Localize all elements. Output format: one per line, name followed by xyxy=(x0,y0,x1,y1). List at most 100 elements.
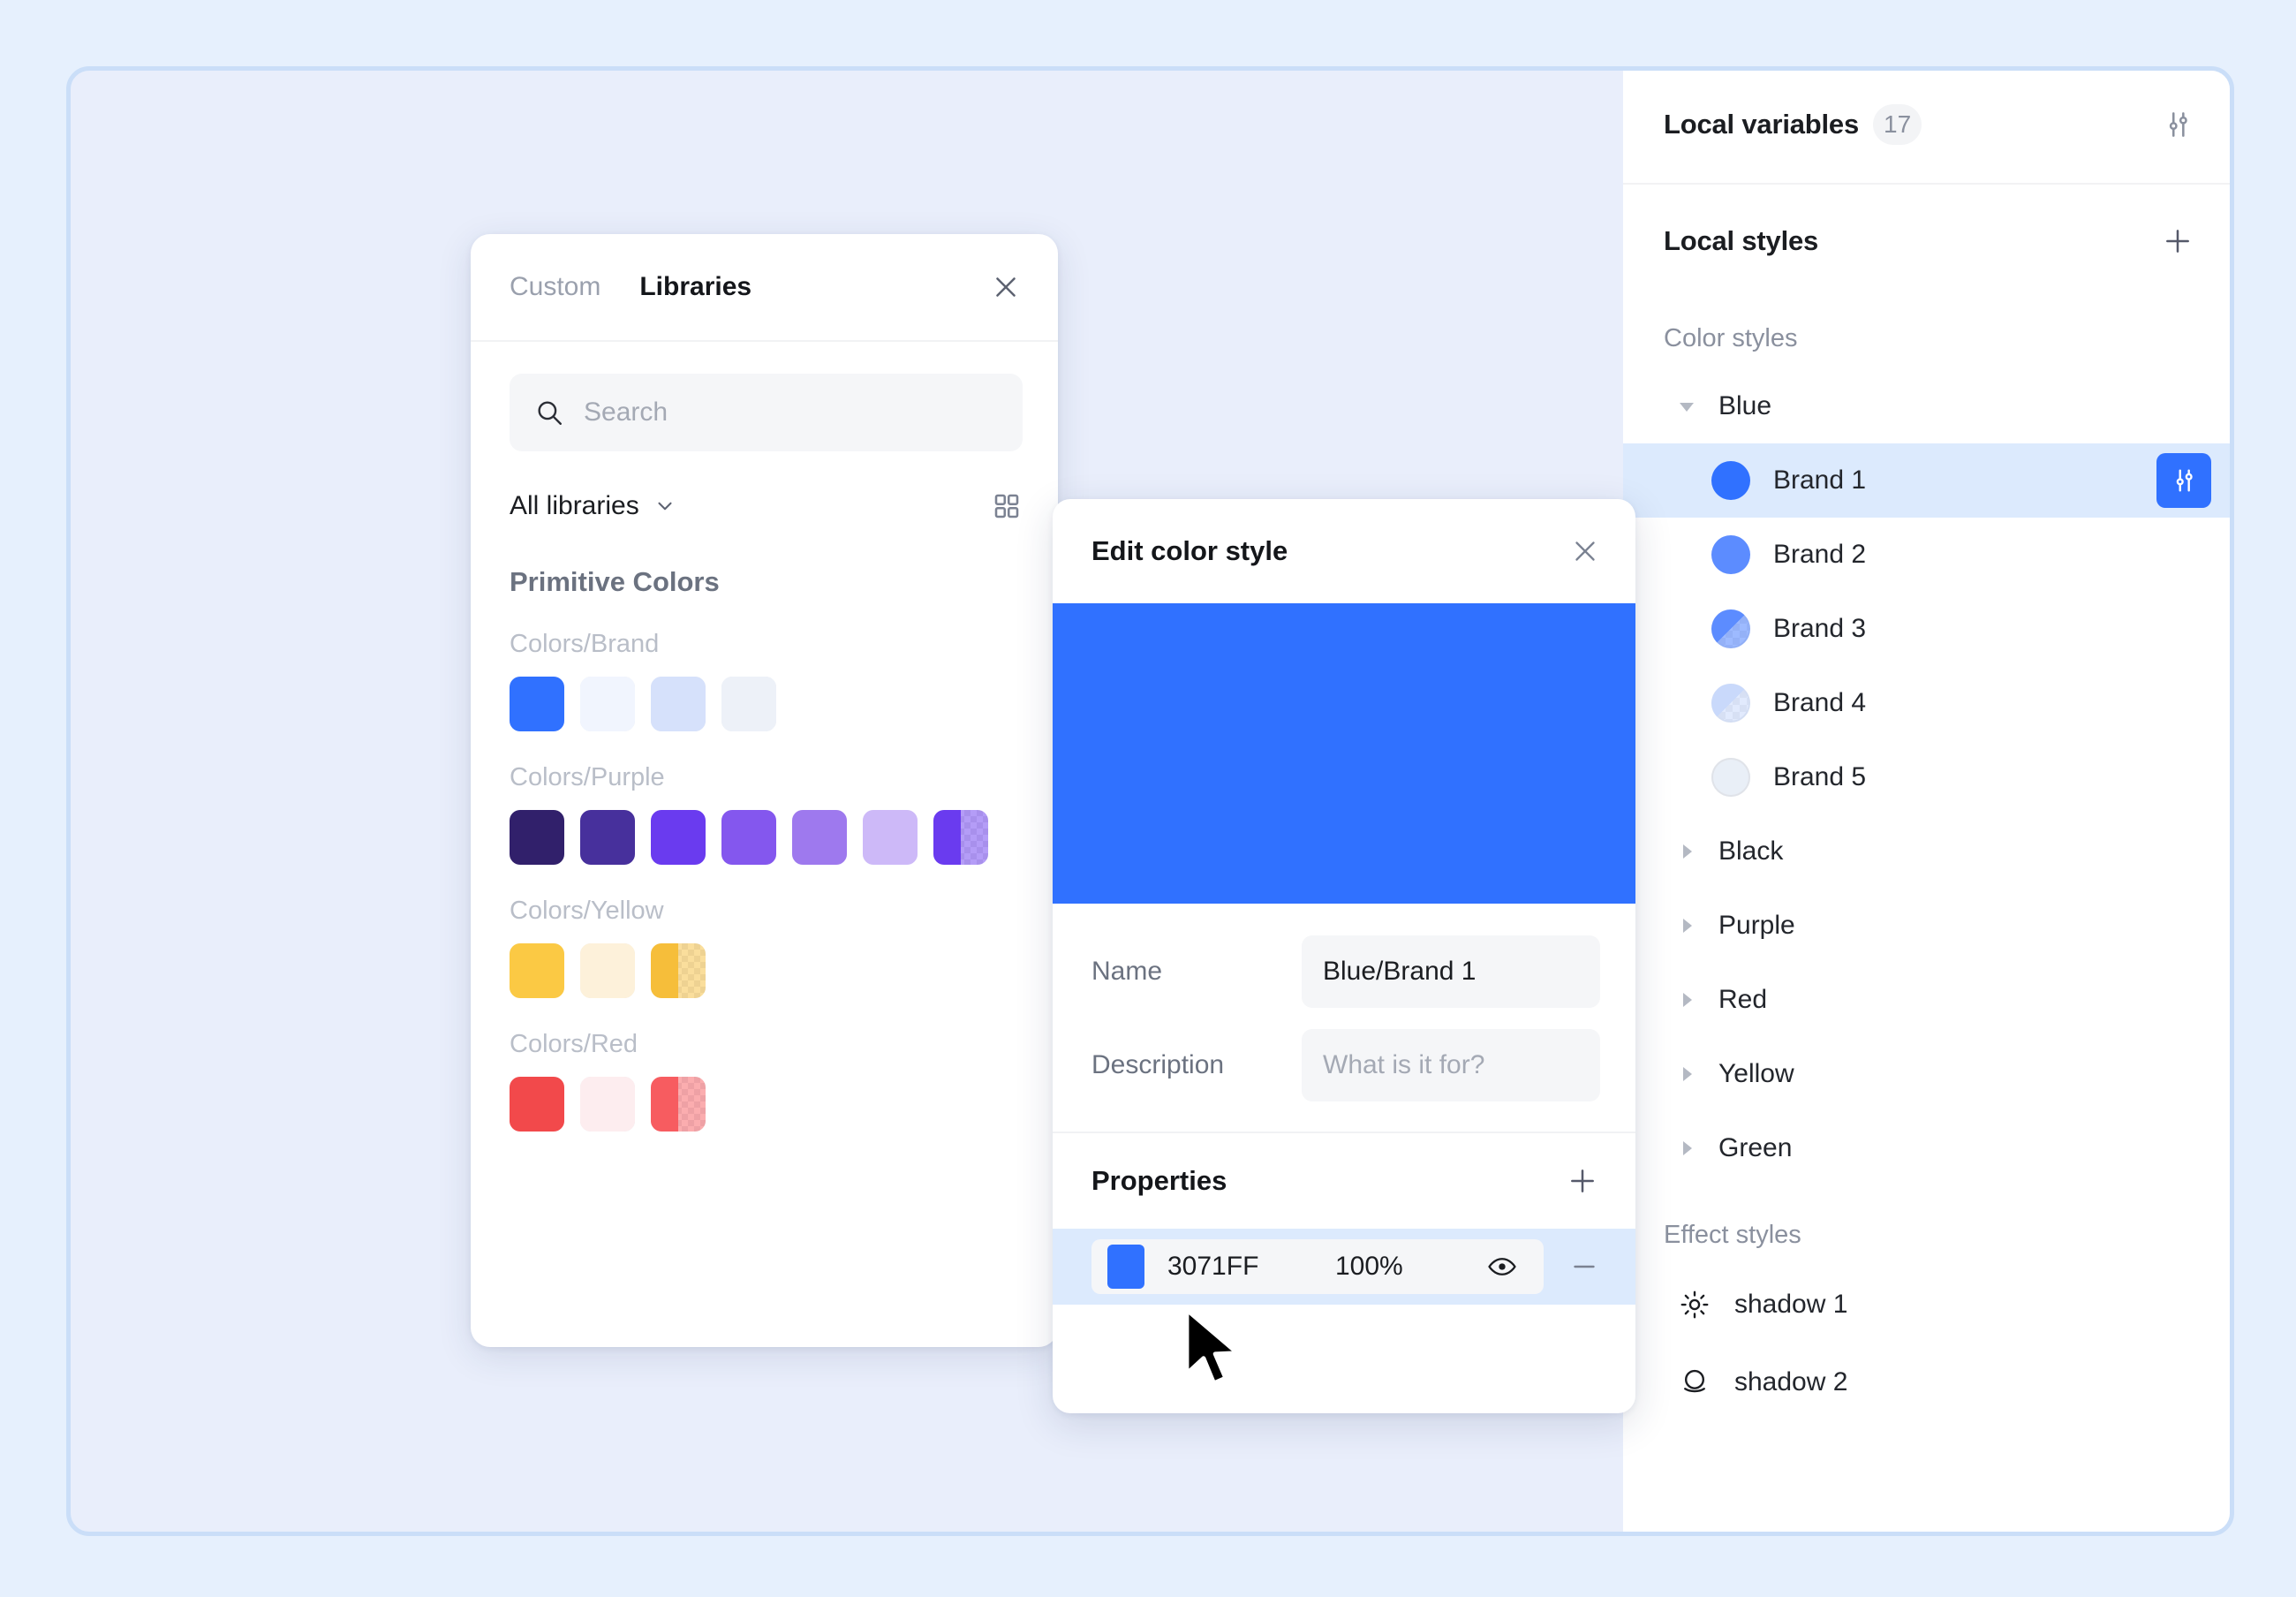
library-color-swatch[interactable] xyxy=(651,943,706,998)
color-group-black[interactable]: Black xyxy=(1623,814,2234,889)
plus-icon[interactable] xyxy=(1565,1163,1600,1199)
minus-icon[interactable] xyxy=(1568,1251,1600,1283)
property-row-inner: 3071FF 100% xyxy=(1091,1239,1544,1294)
eye-icon[interactable] xyxy=(1487,1252,1517,1282)
description-label: Description xyxy=(1091,1050,1302,1080)
name-field-row: Name xyxy=(1091,935,1600,1008)
color-group-blue[interactable]: Blue xyxy=(1623,369,2234,443)
local-variables-title: Local variables xyxy=(1664,109,1859,140)
effect-style-row[interactable]: shadow 2 xyxy=(1623,1343,2234,1421)
library-color-swatch[interactable] xyxy=(510,943,564,998)
chevron-right-icon[interactable] xyxy=(1674,1139,1699,1157)
color-group-label: Red xyxy=(1718,985,1767,1015)
property-color-chip[interactable] xyxy=(1107,1245,1144,1289)
color-style-row[interactable]: Brand 1 xyxy=(1623,443,2234,518)
property-hex-value[interactable]: 3071FF xyxy=(1167,1252,1335,1282)
name-input-wrap[interactable] xyxy=(1302,935,1600,1008)
color-group-label: Black xyxy=(1718,836,1783,867)
drop-shadow-icon xyxy=(1674,1366,1715,1399)
color-style-row[interactable]: Brand 5 xyxy=(1623,740,2234,814)
library-color-swatch[interactable] xyxy=(510,810,564,865)
library-group-label: Colors/Yellow xyxy=(510,897,1019,926)
library-color-swatch[interactable] xyxy=(792,810,847,865)
description-input-wrap[interactable] xyxy=(1302,1029,1600,1101)
local-variables-header: Local variables 17 xyxy=(1623,66,2234,185)
property-row[interactable]: 3071FF 100% xyxy=(1053,1229,1635,1305)
description-field-row: Description xyxy=(1091,1029,1600,1101)
library-color-swatch[interactable] xyxy=(933,810,988,865)
tab-libraries[interactable]: Libraries xyxy=(639,272,751,302)
library-color-swatch[interactable] xyxy=(721,810,776,865)
color-group-green[interactable]: Green xyxy=(1623,1111,2234,1185)
library-color-swatch[interactable] xyxy=(651,1077,706,1132)
color-style-row[interactable]: Brand 2 xyxy=(1623,518,2234,592)
library-color-groups: Colors/Brand Colors/Purple Colors/Yellow Co… xyxy=(471,630,1058,1132)
library-color-swatch[interactable] xyxy=(580,1077,635,1132)
color-style-row[interactable]: Brand 3 xyxy=(1623,592,2234,666)
description-input[interactable] xyxy=(1323,1050,1579,1080)
search-input[interactable] xyxy=(584,397,998,428)
name-label: Name xyxy=(1091,957,1302,987)
primitive-colors-title: Primitive Colors xyxy=(510,566,1019,598)
library-color-swatch[interactable] xyxy=(863,810,918,865)
color-style-label: Brand 5 xyxy=(1773,762,1866,792)
sun-icon xyxy=(1674,1288,1715,1321)
effect-style-row[interactable]: shadow 1 xyxy=(1623,1266,2234,1343)
color-swatch-dot xyxy=(1711,758,1750,797)
library-color-swatch[interactable] xyxy=(510,1077,564,1132)
libraries-popover: Custom Libraries All libraries xyxy=(471,234,1058,1347)
property-opacity-value[interactable]: 100% xyxy=(1335,1252,1468,1282)
library-color-swatch[interactable] xyxy=(580,943,635,998)
color-style-label: Brand 1 xyxy=(1773,465,1866,496)
library-group-label: Colors/Brand xyxy=(510,630,1019,659)
name-input[interactable] xyxy=(1323,957,1579,987)
edit-dialog-fields: Name Description xyxy=(1053,904,1635,1132)
grid-view-icon[interactable] xyxy=(991,490,1023,522)
chevron-right-icon[interactable] xyxy=(1674,917,1699,935)
library-swatch-row xyxy=(510,1077,1019,1132)
library-color-swatch[interactable] xyxy=(580,810,635,865)
chevron-down-icon[interactable] xyxy=(653,495,676,518)
effect-styles-list: shadow 1 shadow 2 xyxy=(1623,1266,2234,1421)
color-preview-swatch xyxy=(1053,603,1635,904)
edit-dialog-header: Edit color style xyxy=(1053,499,1635,603)
local-variables-count: 17 xyxy=(1873,104,1922,145)
color-group-label: Purple xyxy=(1718,911,1795,941)
color-style-row[interactable]: Brand 4 xyxy=(1623,666,2234,740)
close-icon[interactable] xyxy=(989,270,1023,304)
color-swatch-dot xyxy=(1711,684,1750,723)
color-group-purple[interactable]: Purple xyxy=(1623,889,2234,963)
library-color-swatch[interactable] xyxy=(510,677,564,731)
color-group-red[interactable]: Red xyxy=(1623,963,2234,1037)
local-styles-header: Local styles xyxy=(1623,185,2234,298)
effect-style-label: shadow 1 xyxy=(1734,1290,1847,1320)
library-color-swatch[interactable] xyxy=(721,677,776,731)
library-swatch-row xyxy=(510,943,1019,998)
library-color-swatch[interactable] xyxy=(580,677,635,731)
library-group-label: Colors/Red xyxy=(510,1030,1019,1059)
plus-icon[interactable] xyxy=(2153,216,2202,266)
library-group-label: Colors/Purple xyxy=(510,763,1019,792)
chevron-right-icon[interactable] xyxy=(1674,1065,1699,1083)
color-group-label: Blue xyxy=(1718,391,1771,421)
library-color-swatch[interactable] xyxy=(651,677,706,731)
library-color-swatch[interactable] xyxy=(651,810,706,865)
color-style-label: Brand 2 xyxy=(1773,540,1866,570)
local-styles-title: Local styles xyxy=(1664,225,1818,257)
sliders-icon[interactable] xyxy=(2156,453,2211,508)
color-group-yellow[interactable]: Yellow xyxy=(1623,1037,2234,1111)
chevron-down-icon[interactable] xyxy=(1674,397,1699,415)
properties-title: Properties xyxy=(1091,1165,1227,1197)
color-swatch-dot xyxy=(1711,535,1750,574)
tab-custom[interactable]: Custom xyxy=(510,272,600,302)
design-canvas-frame: Local variables 17 Local styles Color st… xyxy=(66,66,2234,1536)
edit-dialog-title: Edit color style xyxy=(1091,535,1288,567)
chevron-right-icon[interactable] xyxy=(1674,843,1699,860)
effect-style-label: shadow 2 xyxy=(1734,1367,1847,1397)
color-styles-list: Blue Brand 1 Brand 2 Brand 3Brand 4 Brand 5 B… xyxy=(1623,369,2234,1185)
sliders-icon[interactable] xyxy=(2153,100,2202,149)
library-filter-label[interactable]: All libraries xyxy=(510,491,639,521)
search-field[interactable] xyxy=(510,374,1023,451)
close-icon[interactable] xyxy=(1568,534,1602,568)
chevron-right-icon[interactable] xyxy=(1674,991,1699,1009)
